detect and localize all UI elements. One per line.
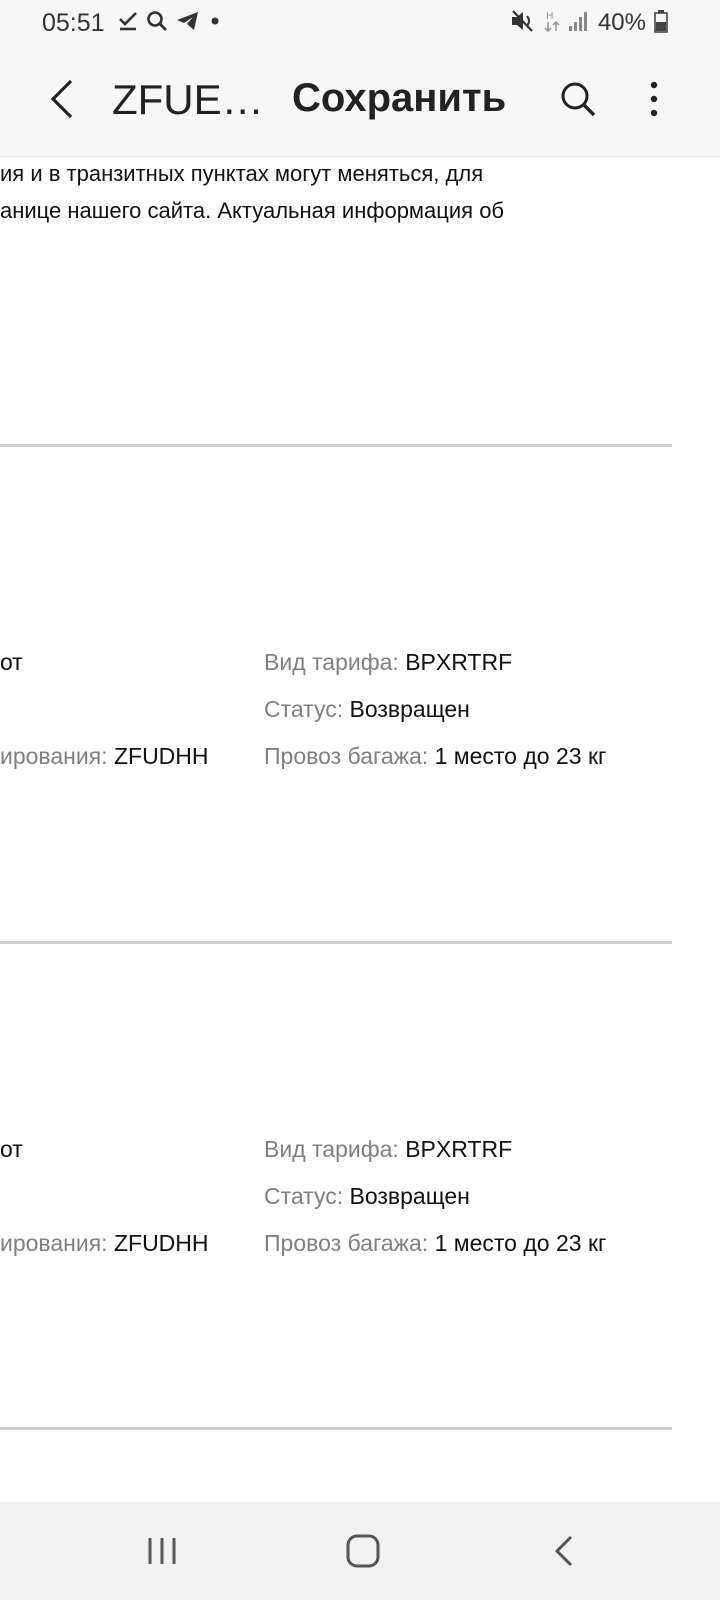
search-icon [561,82,596,117]
fare-type-field: Вид тарифа: BPXRTRF [264,1136,513,1162]
signal-icon [568,9,590,38]
status-field: Статус: Возвращен [264,696,470,722]
notice-text-line: анице нашего сайта. Актуальная информаци… [0,198,505,223]
search-button[interactable] [556,74,600,124]
status-system-icons: H 40% [510,8,668,38]
section-divider [0,941,672,944]
baggage-field: Провоз багажа: 1 место до 23 кг [264,743,607,769]
recent-apps-button[interactable] [132,1526,192,1576]
chevron-left-icon [50,79,73,119]
back-button[interactable] [40,74,84,124]
mute-icon [510,9,536,38]
screen: 05:51 H 40% ZFUE… Сохранить ия и в транз… [0,0,720,1600]
dot-icon [208,10,222,37]
fare-type-field: Вид тарифа: BPXRTRF [264,649,513,675]
notice-text-line: ия и в транзитных пунктах могут меняться… [0,161,484,186]
section-divider [0,1427,672,1430]
save-button[interactable]: Сохранить [292,76,506,121]
status-time: 05:51 [42,9,105,37]
more-options-button[interactable] [636,74,672,124]
more-vertical-icon [650,81,658,117]
home-icon [346,1534,380,1568]
recent-apps-icon [148,1538,176,1564]
ticket-left-field: от [0,649,23,675]
booking-code-field: ирования: ZFUDHH [0,1230,209,1256]
document-title: ZFUE… [112,76,264,123]
telegram-icon [176,10,200,37]
status-notification-icons [118,8,222,38]
system-back-button[interactable] [534,1526,594,1576]
document-content[interactable]: ия и в транзитных пунктах могут меняться… [0,157,720,1502]
data-arrows-icon: H [544,9,560,38]
booking-code-field: ирования: ZFUDHH [0,743,209,769]
navigation-bar [0,1502,720,1600]
status-field: Статус: Возвращен [264,1183,470,1209]
status-bar: 05:51 H 40% [0,0,720,46]
section-divider [0,444,672,447]
baggage-field: Провоз багажа: 1 место до 23 кг [264,1230,607,1256]
check-icon [118,10,138,37]
battery-icon [654,9,668,38]
search-icon [146,10,168,37]
ticket-left-field: от [0,1136,23,1162]
battery-percent: 40% [597,9,646,36]
home-button[interactable] [333,1526,393,1576]
svg-text:H: H [546,11,554,22]
app-bar: ZFUE… Сохранить [0,46,720,157]
back-icon [554,1535,573,1567]
